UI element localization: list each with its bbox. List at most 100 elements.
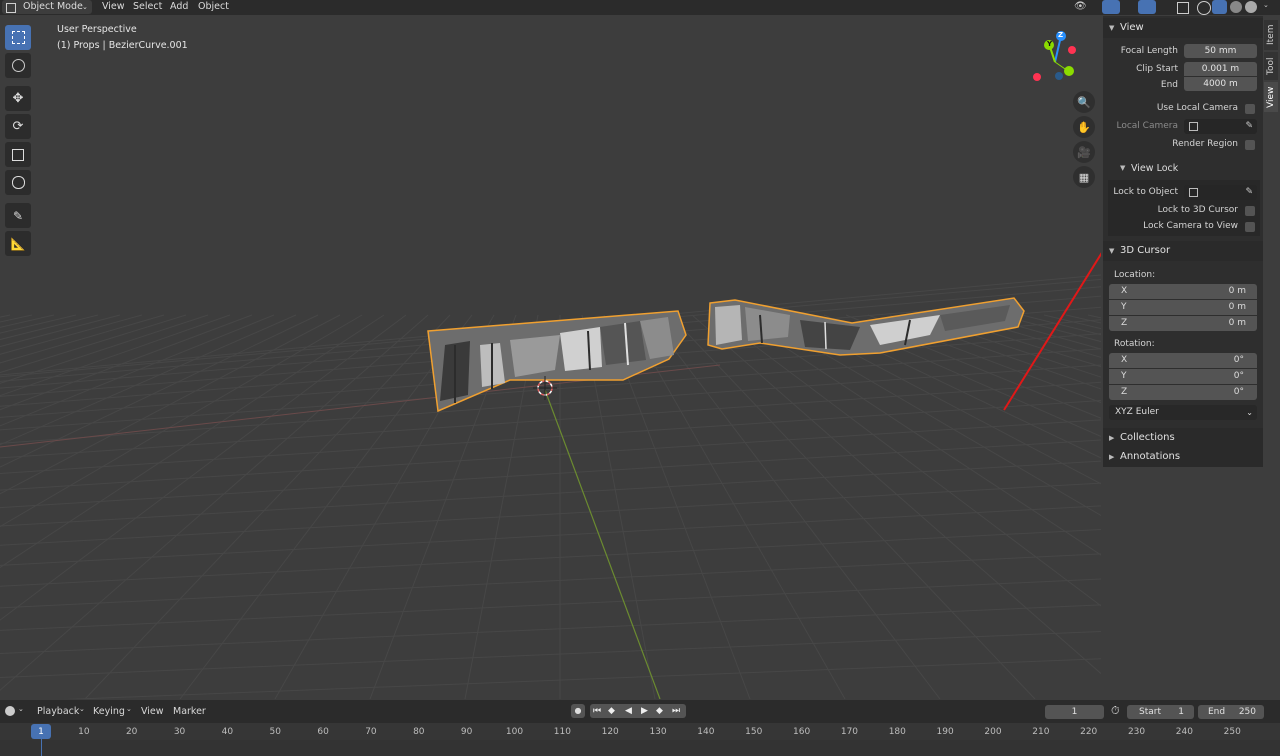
frame-tick-label: 20 xyxy=(125,727,138,737)
menu-view[interactable]: View xyxy=(102,0,125,14)
solid-shading-icon[interactable] xyxy=(1212,0,1227,14)
start-value: 1 xyxy=(1178,707,1184,717)
axis-label: Y xyxy=(1121,302,1127,312)
value: 0 m xyxy=(1228,302,1246,312)
focal-length-field[interactable]: 50 mm xyxy=(1184,44,1257,58)
rotate-icon: ⟳ xyxy=(12,119,24,134)
lock-to-cursor-checkbox[interactable] xyxy=(1245,206,1255,216)
menu-keying[interactable]: Keying xyxy=(93,706,125,717)
record-button[interactable]: ● xyxy=(571,704,585,718)
frame-tick-label: 70 xyxy=(365,727,377,737)
lock-to-object-field[interactable]: ✎ xyxy=(1184,185,1257,200)
cursor-loc-z-field[interactable]: Z 0 m xyxy=(1109,316,1257,331)
mode-selector[interactable]: Object Mode ⌄ xyxy=(2,0,92,14)
visibility-icon[interactable]: 👁 xyxy=(1074,1,1094,13)
gizmo-toggle-icon[interactable] xyxy=(1102,0,1120,14)
ortho-toggle-button[interactable]: ▦ xyxy=(1073,166,1095,188)
play-icon[interactable]: ▶ xyxy=(641,704,648,718)
render-region-checkbox[interactable] xyxy=(1245,140,1255,150)
stopwatch-icon[interactable]: ⏱ xyxy=(1111,704,1120,718)
3d-viewport[interactable]: User Perspective (1) Props | BezierCurve… xyxy=(0,15,1101,699)
frame-tick-label: 170 xyxy=(840,727,859,737)
use-local-camera-checkbox[interactable] xyxy=(1245,104,1255,114)
prev-keyframe-icon[interactable]: ◆ xyxy=(608,704,615,718)
chevron-down-icon[interactable]: ⌄ xyxy=(1263,1,1269,9)
tab-view[interactable]: View xyxy=(1264,82,1278,112)
rendered-shading-icon[interactable] xyxy=(1245,1,1257,13)
axis-label: Y xyxy=(1121,371,1127,381)
next-keyframe-icon[interactable]: ◆ xyxy=(656,704,663,718)
pan-button[interactable]: ✋ xyxy=(1073,116,1095,138)
local-camera-field[interactable]: ✎ xyxy=(1184,119,1257,134)
clip-start-field[interactable]: 0.001 m xyxy=(1184,62,1257,76)
menu-marker[interactable]: Marker xyxy=(173,706,206,717)
annotations-section-header[interactable]: ▶ Annotations xyxy=(1103,447,1263,467)
eyedropper-icon[interactable]: ✎ xyxy=(1245,119,1253,134)
play-reverse-icon[interactable]: ◀ xyxy=(625,704,632,718)
move-tool[interactable]: ✥ xyxy=(5,86,31,111)
material-shading-icon[interactable] xyxy=(1230,1,1242,13)
menu-object[interactable]: Object xyxy=(198,0,229,14)
current-frame-field[interactable]: 1 xyxy=(1045,705,1104,719)
menu-playback[interactable]: Playback xyxy=(37,706,79,717)
chevron-down-icon: ⌄ xyxy=(1246,408,1253,417)
expand-triangle-icon: ▼ xyxy=(1109,247,1115,255)
view-section-header[interactable]: ▼ View xyxy=(1103,18,1263,38)
jump-start-icon[interactable]: ⏮ xyxy=(593,704,601,718)
hand-icon: ✋ xyxy=(1077,120,1091,134)
menu-select[interactable]: Select xyxy=(133,0,162,14)
clip-end-field[interactable]: 4000 m xyxy=(1184,77,1257,91)
jump-end-icon[interactable]: ⏭ xyxy=(672,704,680,718)
mode-label: Object Mode xyxy=(23,1,83,12)
end-frame-field[interactable]: End 250 xyxy=(1198,705,1264,719)
wireframe-shading-icon[interactable] xyxy=(1197,1,1211,15)
frame-tick-label: 10 xyxy=(78,727,90,737)
transform-tool[interactable] xyxy=(5,170,31,195)
view-lock-subheader[interactable]: ▼ View Lock xyxy=(1103,160,1263,178)
pencil-icon: ✎ xyxy=(12,208,24,223)
axis-label: X xyxy=(1121,286,1128,296)
overlay-toggle-icon[interactable] xyxy=(1138,0,1156,14)
rotation-mode-dropdown[interactable]: XYZ Euler ⌄ xyxy=(1109,405,1257,420)
frame-tick-label: 90 xyxy=(460,727,473,737)
expand-triangle-icon: ▼ xyxy=(1109,24,1115,32)
cursor-rot-x-field[interactable]: X 0° xyxy=(1109,353,1257,368)
frame-tick-label: 80 xyxy=(413,727,425,737)
zoom-button[interactable]: 🔍 xyxy=(1073,91,1095,113)
playhead-line xyxy=(41,738,42,756)
measure-tool[interactable]: 📐 xyxy=(5,231,31,256)
start-frame-field[interactable]: Start 1 xyxy=(1127,705,1194,719)
eyedropper-icon[interactable]: ✎ xyxy=(1245,185,1253,200)
crosshair-icon xyxy=(11,59,25,72)
cursor-loc-x-field[interactable]: X 0 m xyxy=(1109,284,1257,299)
menu-add[interactable]: Add xyxy=(170,0,188,14)
cursor-rot-y-field[interactable]: Y 0° xyxy=(1109,369,1257,384)
xray-icon[interactable] xyxy=(1177,2,1189,14)
cursor-loc-y-field[interactable]: Y 0 m xyxy=(1109,300,1257,315)
tab-item[interactable]: Item xyxy=(1264,20,1278,50)
clip-start-label: Clip Start xyxy=(1136,64,1178,74)
clip-end-label: End xyxy=(1160,80,1178,90)
zoom-icon: 🔍 xyxy=(1077,95,1091,109)
scale-tool[interactable] xyxy=(5,142,31,167)
cursor-section-header[interactable]: ▼ 3D Cursor xyxy=(1103,241,1263,261)
lock-camera-checkbox[interactable] xyxy=(1245,222,1255,232)
annotate-tool[interactable]: ✎ xyxy=(5,203,31,228)
editor-type-icon[interactable] xyxy=(5,706,15,716)
camera-view-button[interactable]: 🎥 xyxy=(1073,141,1095,163)
frame-tick-label: 40 xyxy=(221,727,234,737)
value: 0° xyxy=(1233,387,1244,397)
lock-to-cursor-label: Lock to 3D Cursor xyxy=(1157,205,1238,215)
value: 0 m xyxy=(1228,286,1246,296)
value: 0° xyxy=(1233,371,1244,381)
navigation-gizmo[interactable] xyxy=(1025,30,1085,90)
cursor-tool[interactable] xyxy=(5,53,31,78)
cursor-rot-z-field[interactable]: Z 0° xyxy=(1109,385,1257,400)
menu-view[interactable]: View xyxy=(141,706,164,717)
scale-icon xyxy=(12,148,24,161)
select-box-tool[interactable] xyxy=(5,25,31,50)
frame-tick-label: 60 xyxy=(317,727,329,737)
tab-tool[interactable]: Tool xyxy=(1264,52,1278,80)
collections-section-header[interactable]: ▶ Collections xyxy=(1103,428,1263,448)
rotate-tool[interactable]: ⟳ xyxy=(5,114,31,139)
